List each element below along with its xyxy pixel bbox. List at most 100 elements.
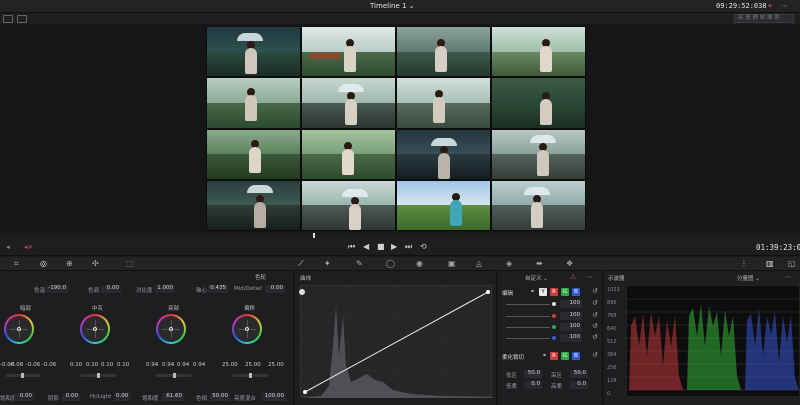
lum-mix-field[interactable]: 100.00 (262, 393, 286, 401)
offset-master-slider[interactable] (232, 373, 268, 378)
offset-b-value[interactable]: 25.00 (268, 362, 284, 368)
gamma-wheel[interactable] (80, 314, 110, 344)
low-soft-field[interactable]: 0.0 (524, 381, 542, 389)
offset-g-value[interactable]: 25.00 (245, 362, 261, 368)
gain-master-slider[interactable] (156, 373, 192, 378)
curves-icon[interactable]: ⟋ (298, 259, 304, 269)
channel-g-slider[interactable] (506, 327, 550, 328)
thumbnail[interactable] (301, 128, 396, 180)
gain-b-value[interactable]: 0.94 (193, 362, 205, 368)
saturation-field[interactable]: 0.00 (14, 393, 34, 401)
blur-icon[interactable]: ◬ (476, 259, 482, 268)
thumbnail[interactable] (206, 77, 301, 129)
waveform-icon[interactable]: ▥ (766, 259, 774, 268)
gamma-r-value[interactable]: 0.10 (86, 362, 98, 368)
thumbnail[interactable] (396, 128, 491, 180)
thumbnail[interactable] (301, 77, 396, 129)
hue-field[interactable]: 50.00 (210, 393, 230, 401)
reset-icon[interactable]: ↺ (592, 287, 598, 295)
wheels-mode-label[interactable]: 色轮 (255, 273, 266, 281)
thumbnail[interactable] (491, 179, 586, 231)
pivot-field[interactable]: 0.435 (208, 285, 228, 293)
loop-icon[interactable]: ⟲ (420, 242, 427, 251)
link-icon[interactable]: ⚭ (767, 2, 776, 10)
gain-g-value[interactable]: 0.94 (177, 362, 189, 368)
curve-mode-select[interactable]: 自定义 ⌄ (525, 274, 548, 282)
high-field[interactable]: 50.0 (570, 370, 588, 378)
gamma-y-value[interactable]: 0.10 (70, 362, 82, 368)
mid-detail-field[interactable]: 0.00 (265, 285, 285, 293)
lift-wheel[interactable] (4, 314, 34, 344)
play-reverse-icon[interactable]: ◀ (363, 242, 369, 251)
scope-mode-select[interactable]: 分量图 ⌄ (737, 274, 760, 282)
thumbnail[interactable] (206, 128, 301, 180)
channel-b-slider[interactable] (506, 338, 550, 339)
qualifier-icon[interactable]: ✎ (356, 259, 363, 268)
scopes-toggle-icon[interactable]: ⋮ (740, 259, 748, 268)
reset-y-icon[interactable]: ↺ (592, 299, 598, 307)
lift-g-value[interactable]: -0.06 (26, 362, 40, 368)
tint-field[interactable]: 0.00 (101, 285, 121, 293)
thumbnail[interactable] (206, 26, 301, 78)
mute-icon[interactable]: ◂× (24, 243, 33, 251)
soft-g-button[interactable]: G (561, 352, 569, 360)
curves-graph[interactable] (300, 285, 493, 398)
gain-r-value[interactable]: 0.94 (162, 362, 174, 368)
window-icon[interactable]: ◯ (386, 259, 395, 268)
hdr-icon[interactable]: ⊕ (66, 259, 73, 268)
rgb-mixer-icon[interactable]: ✣ (92, 259, 99, 268)
soft-r-button[interactable]: R (550, 352, 558, 360)
thumbnail[interactable] (491, 128, 586, 180)
lift-master-slider[interactable] (5, 373, 41, 378)
thumbnail[interactable] (396, 26, 491, 78)
reset-g-icon[interactable]: ↺ (592, 322, 598, 330)
gamma-master-slider[interactable] (80, 373, 116, 378)
info-icon[interactable]: ◱ (788, 259, 796, 268)
link-channels-icon[interactable]: ⚭ (530, 288, 535, 295)
thumbnail[interactable] (396, 77, 491, 129)
key-icon[interactable]: ◈ (506, 259, 512, 268)
layout-single-button[interactable] (3, 15, 13, 23)
highlights-field[interactable]: 0.00 (114, 393, 130, 401)
saturation2-field[interactable]: 61.60 (162, 393, 184, 401)
channel-r-value[interactable]: 100 (560, 312, 582, 320)
thumbnail[interactable] (491, 77, 586, 129)
channel-b-button[interactable]: B (572, 288, 580, 296)
channel-r-button[interactable]: R (550, 288, 558, 296)
channel-r-slider[interactable] (506, 316, 550, 317)
timeline-title[interactable]: Timeline 1 ⌄ (370, 2, 415, 10)
gamma-g-value[interactable]: 0.10 (101, 362, 113, 368)
temp-field[interactable]: -190.0 (46, 285, 68, 293)
lift-b-value[interactable]: -0.06 (42, 362, 56, 368)
sizing-icon[interactable]: ⬌ (536, 259, 543, 268)
offset-wheel[interactable] (232, 314, 262, 344)
soft-link-icon[interactable]: ⚭ (542, 352, 547, 359)
contrast-field[interactable]: 1.000 (155, 285, 175, 293)
channel-y-value[interactable]: 100 (560, 300, 582, 308)
shadows-field[interactable]: 0.00 (62, 393, 80, 401)
reset-b-icon[interactable]: ↺ (592, 333, 598, 341)
lift-r-value[interactable]: -0.08 (9, 362, 23, 368)
reset-r-icon[interactable]: ↺ (592, 311, 598, 319)
high-soft-field[interactable]: 0.0 (570, 381, 588, 389)
soft-reset-icon[interactable]: ↺ (592, 351, 598, 359)
gain-wheel[interactable] (156, 314, 186, 344)
offset-r-value[interactable]: 25.00 (222, 362, 238, 368)
soft-b-button[interactable]: B (572, 352, 580, 360)
thumbnail[interactable] (491, 26, 586, 78)
gamma-b-value[interactable]: 0.10 (117, 362, 129, 368)
thumbnail[interactable] (206, 179, 301, 231)
channel-y-button[interactable]: Y (539, 288, 547, 296)
color-warper-icon[interactable]: ✦ (324, 259, 331, 268)
gain-y-value[interactable]: 0.94 (146, 362, 158, 368)
curve-point-toggle[interactable] (299, 289, 305, 295)
channel-y-slider[interactable] (506, 304, 550, 305)
camera-raw-icon[interactable]: ⌗ (14, 259, 19, 269)
channel-g-button[interactable]: G (561, 288, 569, 296)
panel-menu-icon[interactable]: ⋯ (586, 273, 593, 281)
more-icon[interactable]: ⋯ (781, 2, 788, 10)
skip-end-icon[interactable]: ⏭ (405, 242, 412, 252)
layout-grid-button[interactable] (17, 15, 27, 23)
play-icon[interactable]: ▶ (391, 242, 397, 251)
scope-menu-icon[interactable]: ⋯ (785, 273, 792, 281)
